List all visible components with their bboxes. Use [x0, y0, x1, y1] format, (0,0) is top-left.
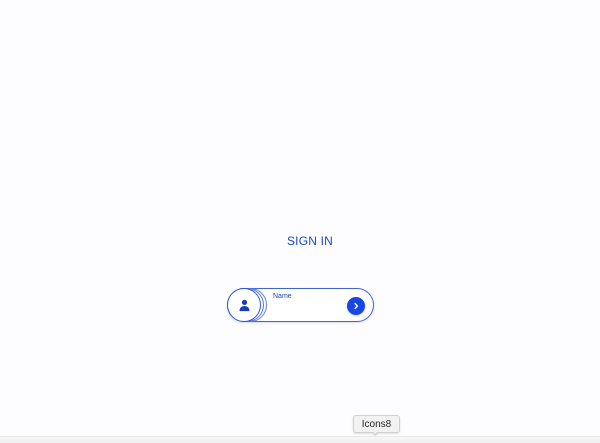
next-button[interactable] [347, 297, 365, 315]
user-icon [239, 299, 249, 311]
page-title: SIGN IN [286, 234, 334, 248]
name-field-label: Name [273, 293, 292, 300]
bottom-strip [0, 436, 600, 443]
avatar [227, 288, 261, 322]
page: SIGN IN Name Icons8 [0, 0, 600, 443]
chevron-right-icon [354, 302, 359, 310]
signin-pill: Name [227, 288, 374, 322]
tooltip-tail-inner [372, 431, 378, 434]
avatar-stack [227, 288, 267, 322]
name-input[interactable] [273, 301, 343, 315]
tooltip-text: Icons8 [361, 418, 392, 430]
